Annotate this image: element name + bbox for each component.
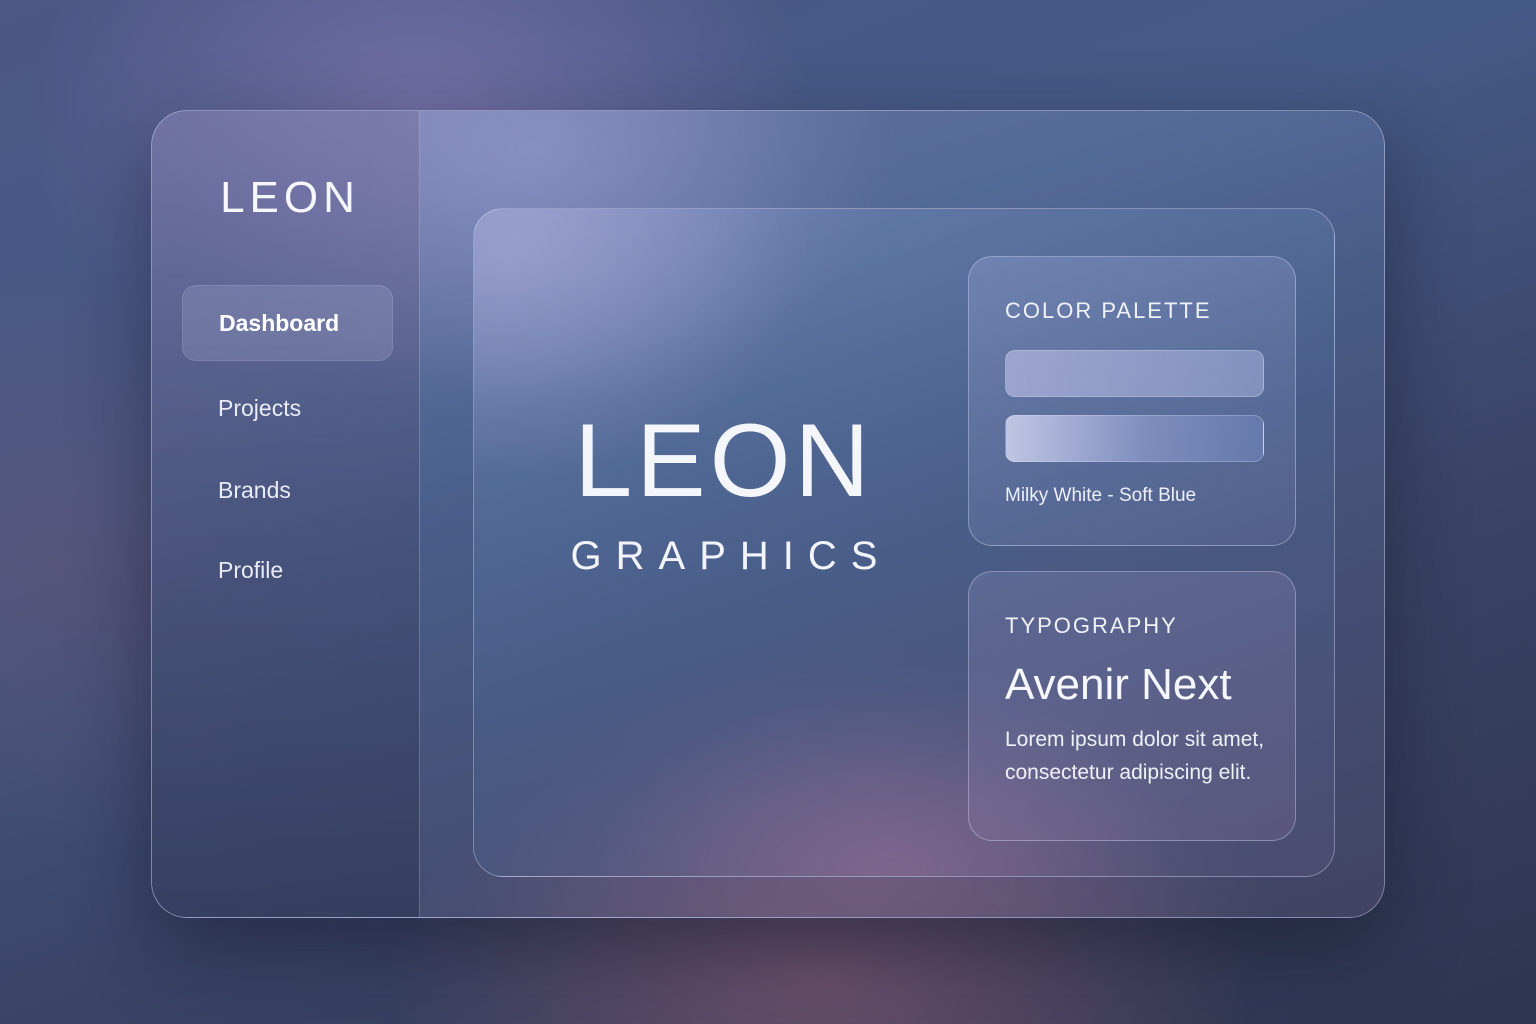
app-window: LEON Dashboard Projects Brands Profile L… [151,110,1385,918]
sidebar-item-label: Dashboard [219,309,340,336]
font-name: Avenir Next [1005,660,1232,709]
typography-panel: TYPOGRAPHY Avenir Next Lorem ipsum dolor… [968,571,1296,841]
sidebar-item-profile[interactable]: Profile [182,532,393,608]
color-swatch-1[interactable] [1005,350,1264,397]
brand-card: LEON GRAPHICS COLOR PALETTE Milky White … [473,208,1335,877]
sidebar-item-dashboard[interactable]: Dashboard [182,285,393,361]
sidebar-item-label: Projects [218,394,302,421]
sidebar-item-label: Profile [218,556,284,583]
brand-logo-title: LEON [574,403,874,519]
brand-logo-subtitle: GRAPHICS [570,534,892,578]
sidebar-item-label: Brands [218,476,291,503]
color-palette-title: COLOR PALETTE [1005,298,1212,323]
color-palette-caption: Milky White - Soft Blue [1005,485,1197,506]
sidebar-item-brands[interactable]: Brands [182,452,393,528]
font-sample-text: Lorem ipsum dolor sit amet, consectetur … [1005,728,1265,784]
color-swatch-2[interactable] [1005,415,1264,462]
sidebar-item-projects[interactable]: Projects [182,370,393,446]
color-palette-panel: COLOR PALETTE Milky White - Soft Blue [968,256,1296,546]
sidebar-logo: LEON [220,173,360,222]
sidebar: LEON Dashboard Projects Brands Profile [152,111,420,917]
typography-title: TYPOGRAPHY [1005,613,1178,638]
